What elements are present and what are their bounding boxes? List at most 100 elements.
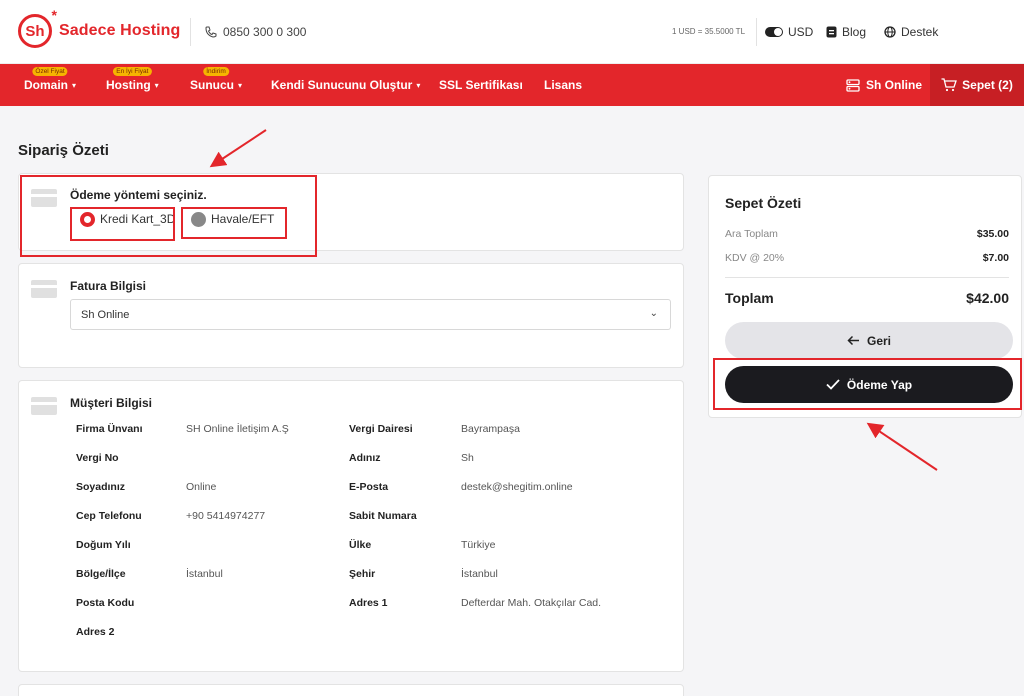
toggle-icon: [765, 27, 783, 37]
customer-field-label: Şehir: [349, 568, 376, 580]
blog-label: Blog: [842, 25, 867, 39]
customer-title: Müşteri Bilgisi: [70, 396, 153, 410]
summary-title: Sepet Özeti: [725, 195, 802, 211]
invoice-title: Fatura Bilgisi: [70, 279, 147, 293]
blog-icon: [826, 26, 837, 38]
total-label: Toplam: [725, 290, 774, 306]
customer-field-label: Soyadınız: [76, 481, 126, 493]
phone-number: 0850 300 0 300: [223, 25, 307, 39]
divider: [725, 277, 1009, 278]
cart-button[interactable]: Sepet (2): [930, 64, 1024, 106]
cart-summary-card: Sepet Özeti Ara Toplam $35.00 KDV @ 20% …: [708, 175, 1022, 418]
radio-selected-icon: [80, 211, 95, 227]
nav-item-build-server[interactable]: Kendi Sunucunu Oluştur ▾: [271, 64, 420, 106]
brand-name: Sadece Hosting: [59, 22, 181, 39]
account-label: Sh Online: [866, 78, 923, 92]
chevron-down-icon: ⌄: [649, 308, 658, 319]
chevron-down-icon: ▾: [72, 80, 77, 90]
logo-star: *: [51, 7, 57, 23]
invoice-select[interactable]: Sh Online ⌄: [70, 299, 671, 330]
currency-toggle[interactable]: USD: [765, 25, 813, 39]
payment-option-label: Kredi Kart_3D: [100, 212, 176, 226]
credit-card-icon: [31, 397, 57, 415]
blog-link[interactable]: Blog: [826, 25, 866, 39]
payment-method-card: Ödeme yöntemi seçiniz. Kredi Kart_3D Hav…: [18, 173, 684, 251]
main-nav: Özel Fiyat Domain ▾ En İyi Fiyat Hosting…: [0, 64, 1024, 106]
exchange-rate: 1 USD = 35.5000 TL: [672, 27, 746, 36]
nav-label: SSL Sertifikası: [439, 78, 523, 92]
customer-field-label: Bölge/İlçe: [76, 568, 126, 580]
payment-option-label: Havale/EFT: [211, 212, 275, 226]
pay-button-label: Ödeme Yap: [846, 377, 913, 392]
next-card: [18, 684, 684, 696]
customer-field-label: Adres 2: [76, 626, 115, 638]
logo-mark: Sh *: [18, 7, 57, 48]
customer-field-label: Sabit Numara: [349, 510, 417, 522]
phone-link[interactable]: 0850 300 0 300: [205, 25, 306, 39]
invoice-select-value: Sh Online: [81, 309, 130, 321]
back-button-label: Geri: [866, 333, 891, 348]
globe-icon: [884, 26, 896, 38]
payment-option-credit-card[interactable]: Kredi Kart_3D: [80, 207, 175, 231]
customer-field-label: Ülke: [349, 539, 372, 551]
nav-item-ssl[interactable]: SSL Sertifikası: [439, 64, 523, 106]
subtotal-label: Ara Toplam: [725, 228, 778, 240]
page-title: Sipariş Özeti: [18, 142, 109, 159]
back-button[interactable]: Geri: [725, 322, 1013, 359]
customer-field-label: Doğum Yılı: [76, 539, 131, 551]
pay-button[interactable]: Ödeme Yap: [725, 366, 1013, 403]
chevron-down-icon: ▾: [416, 80, 421, 90]
brand-logo[interactable]: Sh * Sadece Hosting: [18, 7, 181, 48]
chevron-down-icon: ▾: [154, 80, 159, 90]
subtotal-value: $35.00: [976, 228, 1009, 240]
customer-field-label: Vergi Dairesi: [349, 423, 413, 435]
customer-field-label: Adınız: [349, 452, 381, 464]
account-link[interactable]: Sh Online: [846, 64, 922, 106]
divider: [190, 18, 191, 46]
logo-mark-text: Sh: [25, 22, 45, 40]
support-link[interactable]: Destek: [884, 25, 938, 39]
customer-field-value: İstanbul: [186, 568, 223, 580]
customer-field-value: destek@shegitim.online: [461, 481, 573, 493]
top-bar: Sh * Sadece Hosting 0850 300 0 300 1 USD…: [0, 0, 1024, 64]
nav-item-domain[interactable]: Özel Fiyat Domain ▾: [24, 64, 76, 106]
customer-field-value: Defterdar Mah. Otakçılar Cad.: [461, 597, 602, 609]
customer-field-label: E-Posta: [349, 481, 389, 493]
nav-label: Domain: [24, 78, 69, 92]
invoice-card: Fatura Bilgisi Sh Online ⌄: [18, 263, 684, 368]
payment-option-bank-transfer[interactable]: Havale/EFT: [191, 207, 274, 231]
arrow-left-icon: [847, 335, 859, 346]
customer-field-value: +90 5414974277: [186, 510, 266, 522]
cart-label: Sepet (2): [962, 78, 1013, 92]
divider: [756, 18, 757, 46]
customer-field-label: Vergi No: [76, 452, 119, 464]
credit-card-icon: [31, 189, 57, 207]
nav-item-hosting[interactable]: En İyi Fiyat Hosting ▾: [106, 64, 159, 106]
customer-field-label: Firma Ünvanı: [76, 423, 143, 435]
nav-label: Lisans: [544, 78, 583, 92]
vat-value: $7.00: [982, 252, 1009, 264]
annotation-arrow: [209, 129, 267, 168]
customer-field-label: Posta Kodu: [76, 597, 135, 609]
check-icon: [826, 379, 840, 390]
payment-method-title: Ödeme yöntemi seçiniz.: [70, 188, 207, 202]
nav-badge: Özel Fiyat: [32, 67, 68, 76]
nav-badge: En İyi Fiyat: [113, 67, 152, 76]
chevron-down-icon: ▾: [238, 80, 243, 90]
support-label: Destek: [901, 25, 939, 39]
customer-field-label: Adres 1: [349, 597, 388, 609]
total-value: $42.00: [966, 290, 1009, 306]
phone-icon: [205, 26, 217, 38]
nav-label: Kendi Sunucunu Oluştur: [271, 78, 413, 92]
nav-item-license[interactable]: Lisans: [544, 64, 582, 106]
cart-icon: [941, 78, 958, 92]
customer-field-value: Online: [186, 481, 217, 493]
currency-label: USD: [788, 25, 814, 39]
vat-label: KDV @ 20%: [725, 252, 785, 264]
credit-card-icon: [31, 280, 57, 298]
customer-field-value: SH Online İletişim A.Ş: [186, 423, 289, 435]
server-icon: [846, 78, 860, 92]
nav-label: Sunucu: [190, 78, 234, 92]
customer-field-value: Türkiye: [461, 539, 496, 551]
nav-item-sunucu[interactable]: İndirim Sunucu ▾: [190, 64, 242, 106]
